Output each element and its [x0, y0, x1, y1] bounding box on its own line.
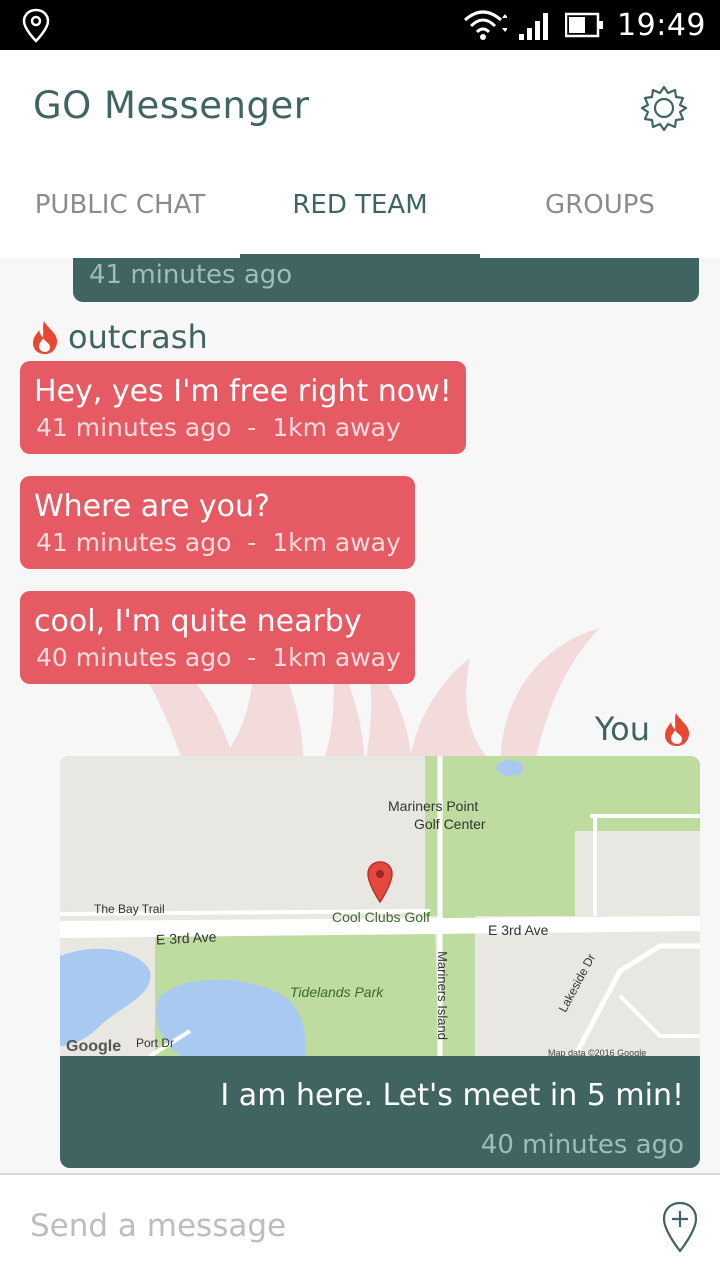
location-message-text: I am here. Let's meet in 5 min!: [220, 1078, 684, 1113]
message-text: cool, I'm quite nearby: [34, 604, 362, 639]
message-bubble: Where are you? 41 minutes ago - 1km away: [20, 476, 415, 569]
previous-message-time: 41 minutes ago: [89, 260, 293, 290]
message-text: Hey, yes I'm free right now!: [34, 374, 452, 409]
tab-groups[interactable]: GROUPS: [480, 160, 720, 258]
message-distance: 1km away: [272, 643, 401, 672]
tab-public-chat[interactable]: PUBLIC CHAT: [0, 160, 240, 258]
map-label: Mariners Point: [388, 798, 479, 814]
tab-bar: PUBLIC CHAT RED TEAM GROUPS: [0, 160, 720, 258]
app-bar: GO Messenger: [0, 50, 720, 160]
google-logo: Google: [66, 1038, 122, 1055]
message-separator: -: [247, 643, 257, 672]
map-label: Port Dr: [136, 1036, 175, 1050]
clock: 19:49: [617, 7, 706, 43]
own-sender-name: You: [594, 710, 650, 748]
signal-icon: [519, 13, 549, 40]
message-meta: 41 minutes ago - 1km away: [34, 528, 401, 557]
own-sender-header: You: [595, 710, 692, 748]
message-meta: 41 minutes ago - 1km away: [34, 413, 452, 442]
app-title: GO Messenger: [33, 84, 310, 127]
previous-message-bubble: 41 minutes ago: [73, 258, 699, 302]
message-input[interactable]: [30, 1199, 630, 1253]
message-composer: [0, 1173, 720, 1280]
chat-area[interactable]: 41 minutes ago outcrash Hey, yes I'm fre…: [0, 258, 720, 1173]
map-label: Golf Center: [414, 816, 486, 832]
wifi-icon: [464, 10, 508, 40]
map-label: Tidelands Park: [290, 984, 384, 1000]
message-distance: 1km away: [272, 528, 401, 557]
gear-icon[interactable]: [640, 84, 688, 132]
map-label: The Bay Trail: [94, 902, 165, 916]
message-text: Where are you?: [34, 489, 270, 524]
tab-red-team[interactable]: RED TEAM: [240, 160, 480, 258]
location-icon: [22, 8, 50, 43]
message-bubble: cool, I'm quite nearby 40 minutes ago - …: [20, 591, 415, 684]
flame-icon: [33, 321, 58, 354]
message-time: 41 minutes ago: [36, 528, 232, 557]
message-time: 40 minutes ago: [36, 643, 232, 672]
message-separator: -: [247, 528, 257, 557]
location-message-time: 40 minutes ago: [480, 1130, 684, 1160]
message-distance: 1km away: [272, 413, 401, 442]
message-meta: 40 minutes ago - 1km away: [34, 643, 401, 672]
map-pin-icon: [367, 861, 393, 904]
sender-name: outcrash: [68, 318, 208, 356]
location-message-bubble[interactable]: Mariners Point Golf Center The Bay Trail…: [60, 756, 700, 1168]
flame-icon: [665, 713, 690, 746]
map-label: E 3rd Ave: [488, 922, 549, 938]
status-bar: 19:49: [0, 0, 720, 50]
message-separator: -: [247, 413, 257, 442]
battery-icon: [565, 12, 604, 38]
map-label: Mariners Island: [434, 951, 450, 1040]
map-attribution: Map data ©2016 Google: [548, 1048, 647, 1056]
sender-header: outcrash: [30, 318, 208, 356]
message-time: 41 minutes ago: [36, 413, 232, 442]
add-location-icon[interactable]: [662, 1201, 698, 1253]
map-label: Cool Clubs Golf: [332, 909, 431, 925]
message-bubble: Hey, yes I'm free right now! 41 minutes …: [20, 361, 466, 454]
map-preview[interactable]: Mariners Point Golf Center The Bay Trail…: [60, 756, 700, 1056]
map-label: E 3rd Ave: [155, 928, 217, 948]
